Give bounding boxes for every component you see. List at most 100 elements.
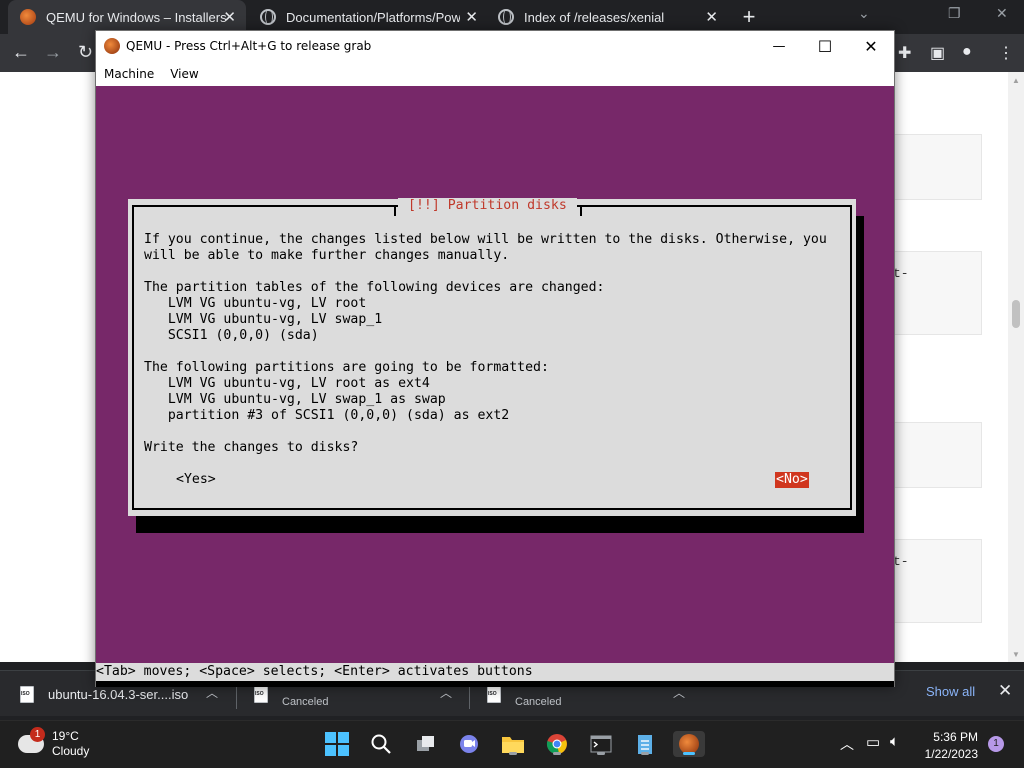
qemu-icon [679, 734, 699, 754]
file-explorer-button[interactable] [500, 731, 526, 757]
window-title: QEMU - Press Ctrl+Alt+G to release grab [126, 39, 372, 53]
close-downloads-icon[interactable]: ✕ [998, 681, 1012, 701]
menu-machine[interactable]: Machine [104, 67, 154, 81]
minimize-button[interactable]: — [756, 31, 802, 61]
weather-description: Cloudy [52, 744, 90, 758]
cloud-icon: 1 [18, 727, 45, 753]
file-icon [487, 685, 501, 703]
page-card [880, 422, 982, 488]
tab-documentation[interactable]: Documentation/Platforms/Power ✕ [248, 0, 488, 34]
dialog-text-line: LVM VG ubuntu-vg, LV swap_1 as swap [144, 392, 446, 407]
console-bottom-strip [96, 681, 894, 687]
dialog-text-line: If you continue, the changes listed belo… [144, 232, 827, 247]
notification-badge[interactable]: 1 [988, 736, 1004, 752]
no-button[interactable]: <No> [775, 472, 809, 488]
iso-file-icon [20, 685, 34, 703]
chevron-down-icon[interactable]: ⌄ [858, 5, 870, 22]
download-name: ubuntu-16.04.3-ser....iso [48, 686, 189, 702]
page-scrollbar[interactable]: ▲ ▼ [1008, 72, 1024, 662]
maximize-button[interactable]: ☐ [802, 31, 848, 61]
page-text-fragment: t- [893, 554, 909, 569]
show-all-link[interactable]: Show all [926, 684, 975, 699]
running-indicator [641, 752, 649, 755]
clock-time: 5:36 PM [933, 730, 978, 744]
page-card: t- [880, 251, 982, 335]
title-bracket [580, 206, 582, 216]
globe-icon [260, 9, 276, 25]
windows-taskbar: 1 19°C Cloudy ︿ ▭ 🔈︎ 5:36 PM 1/22/2023 1 [0, 720, 1024, 768]
qemu-titlebar[interactable]: QEMU - Press Ctrl+Alt+G to release grab … [96, 31, 894, 61]
desktop-screen: QEMU for Windows – Installers ( ✕ Docume… [0, 0, 1024, 768]
page-card [880, 134, 982, 200]
volume-icon[interactable]: 🔈︎ [890, 733, 899, 750]
weather-alert-badge: 1 [30, 727, 45, 742]
qemu-favicon-icon [20, 9, 36, 25]
search-button[interactable] [368, 731, 394, 757]
dialog-text-line: The partition tables of the following de… [144, 280, 605, 295]
sidebar-icon[interactable]: ▣ [930, 43, 945, 63]
chevron-up-icon[interactable]: ︿ [840, 734, 854, 754]
tab-qemu-installers[interactable]: QEMU for Windows – Installers ( ✕ [8, 0, 246, 34]
page-text-fragment: t- [893, 266, 909, 281]
vm-console[interactable]: [!!] Partition disks If you continue, th… [96, 86, 894, 687]
close-tab-icon[interactable]: ✕ [465, 8, 478, 26]
dialog-text-line: LVM VG ubuntu-vg, LV root as ext4 [144, 376, 430, 391]
dialog-question: Write the changes to disks? [144, 440, 359, 455]
network-icon[interactable]: ▭ [866, 733, 880, 751]
search-icon [371, 734, 391, 754]
close-icon[interactable]: ✕ [996, 5, 1008, 22]
partition-dialog: [!!] Partition disks If you continue, th… [128, 198, 856, 516]
taskbar-clock[interactable]: 5:36 PM 1/22/2023 [918, 729, 978, 763]
folder-icon [502, 737, 524, 753]
browser-tab-strip: QEMU for Windows – Installers ( ✕ Docume… [0, 0, 1024, 34]
scroll-up-icon[interactable]: ▲ [1012, 76, 1020, 85]
dialog-text-line: partition #3 of SCSI1 (0,0,0) (sda) as e… [144, 408, 510, 423]
extensions-icon[interactable]: ✚ [898, 43, 911, 63]
dialog-text-line: will be able to make further changes man… [144, 248, 510, 263]
dialog-text-line: SCSI1 (0,0,0) (sda) [144, 328, 319, 343]
tab-title: QEMU for Windows – Installers ( [46, 9, 226, 25]
chrome-button[interactable] [544, 731, 570, 757]
download-status: Canceled [282, 696, 329, 708]
task-view-button[interactable] [413, 731, 439, 757]
running-indicator [597, 752, 605, 755]
notepad-button[interactable] [632, 731, 658, 757]
installer-status-line: <Tab> moves; <Space> selects; <Enter> ac… [96, 663, 894, 681]
scroll-thumb[interactable] [1012, 300, 1020, 328]
new-tab-button[interactable]: + [738, 4, 760, 30]
weather-widget[interactable]: 1 19°C Cloudy [18, 727, 89, 759]
yes-button[interactable]: <Yes> [176, 472, 216, 488]
running-indicator [553, 752, 561, 755]
dialog-title: [!!] Partition disks [398, 198, 577, 214]
back-arrow-icon[interactable]: ← [12, 42, 30, 63]
globe-icon [498, 9, 514, 25]
menu-kebab-icon[interactable]: ⋮ [998, 43, 1014, 63]
weather-text: 19°C Cloudy [52, 729, 89, 759]
terminal-button[interactable] [588, 731, 614, 757]
weather-temperature: 19°C [52, 729, 79, 743]
chat-icon [460, 735, 478, 753]
scroll-down-icon[interactable]: ▼ [1012, 650, 1020, 659]
tab-index-releases[interactable]: Index of /releases/xenial ✕ [488, 0, 728, 34]
qemu-menubar: Machine View [96, 61, 894, 86]
close-button[interactable]: ✕ [848, 31, 894, 61]
forward-arrow-icon[interactable]: → [44, 42, 62, 63]
reload-icon[interactable]: ↻ [78, 42, 93, 63]
dialog-text-line: The following partitions are going to be… [144, 360, 549, 375]
task-view-icon [417, 736, 434, 751]
windows-logo-icon [325, 732, 349, 756]
teams-chat-button[interactable] [456, 731, 482, 757]
restore-icon[interactable]: ❐ [948, 5, 961, 22]
terminal-icon [590, 735, 612, 753]
profile-icon[interactable]: ● [962, 43, 972, 61]
tab-title: Index of /releases/xenial [524, 9, 665, 25]
close-tab-icon[interactable]: ✕ [223, 8, 236, 26]
running-indicator [683, 752, 695, 755]
qemu-logo-icon [104, 38, 120, 54]
menu-view[interactable]: View [170, 67, 198, 81]
start-button[interactable] [324, 731, 350, 757]
close-tab-icon[interactable]: ✕ [705, 8, 718, 26]
download-status: Canceled [515, 696, 562, 708]
qemu-taskbar-button[interactable] [673, 731, 705, 757]
page-card: t- [880, 539, 982, 623]
